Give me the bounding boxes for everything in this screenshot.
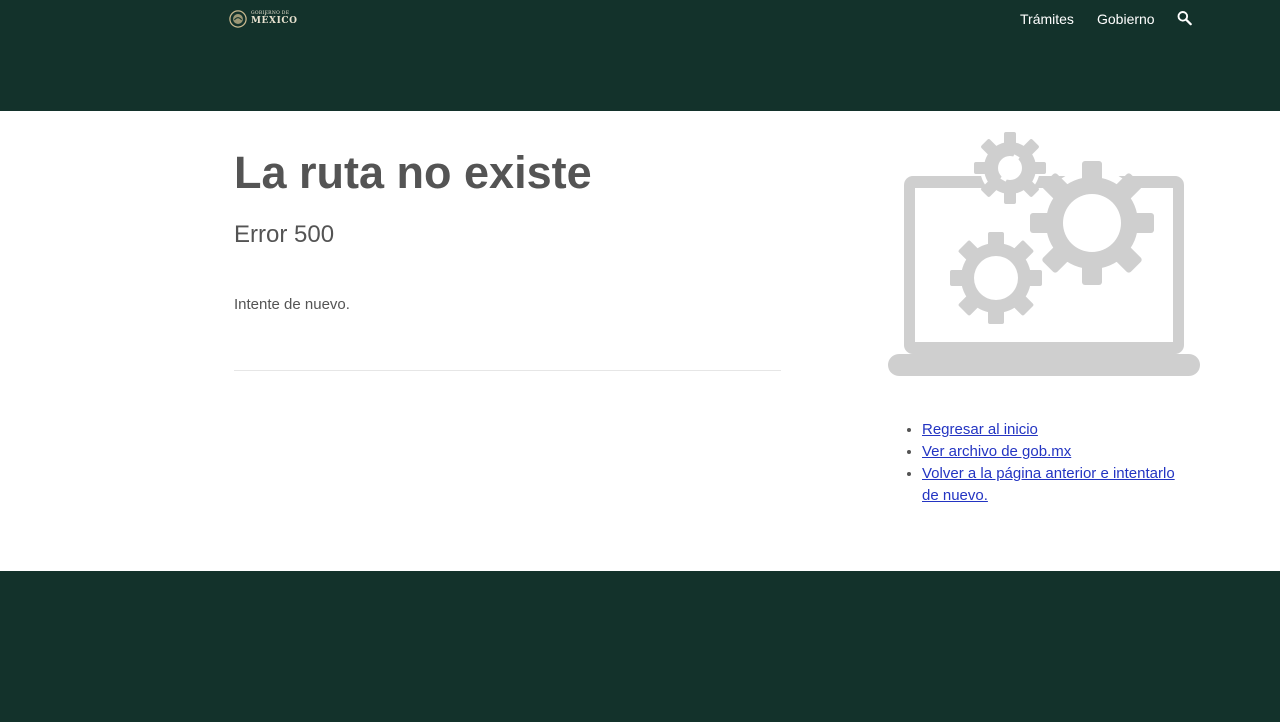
link-volver-pagina-anterior[interactable]: Volver a la página anterior e intentarlo… bbox=[922, 465, 1175, 504]
logo-line-2: MÉXICO bbox=[251, 16, 298, 27]
link-regresar-inicio[interactable]: Regresar al inicio bbox=[922, 421, 1038, 438]
divider bbox=[234, 370, 781, 371]
list-item: Volver a la página anterior e intentarlo… bbox=[922, 463, 1194, 507]
nav-link-tramites[interactable]: Trámites bbox=[1020, 10, 1074, 28]
list-item: Regresar al inicio bbox=[922, 419, 1194, 441]
nav-link-gobierno[interactable]: Gobierno bbox=[1097, 10, 1155, 28]
help-links-list: Regresar al inicio Ver archivo de gob.mx… bbox=[904, 419, 1194, 507]
coat-of-arms-seal-icon bbox=[229, 10, 247, 28]
error-code: Error 500 bbox=[234, 221, 335, 248]
logo-text: GOBIERNO DE MÉXICO bbox=[251, 11, 298, 27]
top-navbar: GOBIERNO DE MÉXICO Trámites Gobierno bbox=[0, 0, 1280, 111]
list-item: Ver archivo de gob.mx bbox=[922, 441, 1194, 463]
page-title: La ruta no existe bbox=[234, 147, 592, 198]
retry-message: Intente de nuevo. bbox=[234, 296, 350, 313]
gobierno-mexico-logo[interactable]: GOBIERNO DE MÉXICO bbox=[229, 9, 298, 29]
search-icon[interactable] bbox=[1177, 10, 1192, 26]
footer bbox=[0, 571, 1280, 722]
laptop-gears-icon bbox=[888, 132, 1200, 376]
link-ver-archivo[interactable]: Ver archivo de gob.mx bbox=[922, 443, 1071, 460]
